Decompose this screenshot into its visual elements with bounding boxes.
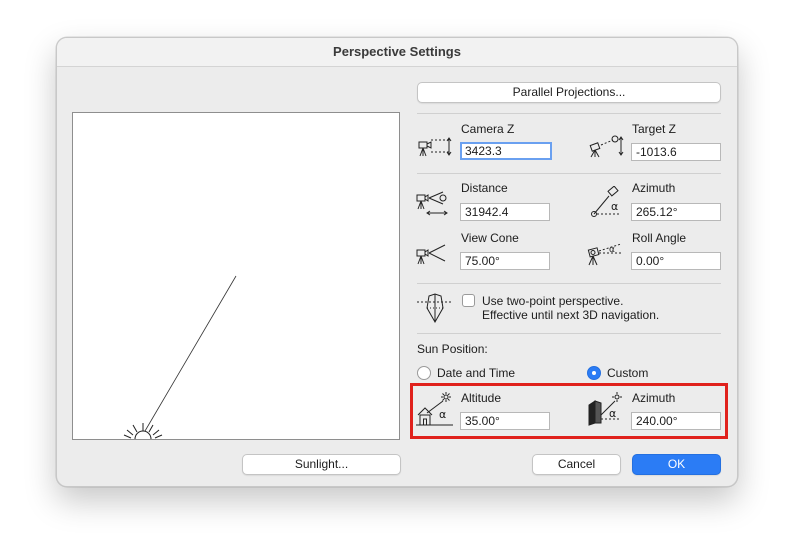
roll-angle-label: Roll Angle: [632, 231, 687, 245]
svg-text:α: α: [609, 245, 615, 255]
target-z-label: Target Z: [632, 122, 677, 136]
target-z-field[interactable]: [631, 143, 721, 161]
parallel-projections-button[interactable]: Parallel Projections...: [417, 82, 721, 103]
sun-preview-canvas: [72, 112, 400, 440]
camera-azimuth-icon: α: [591, 186, 621, 217]
distance-icon: [416, 191, 448, 216]
camera-z-label: Camera Z: [461, 122, 515, 136]
sun-icon: [123, 423, 163, 439]
separator: [417, 113, 721, 114]
ok-button[interactable]: OK: [632, 454, 721, 475]
custom-radio[interactable]: [587, 366, 601, 380]
two-point-perspective-label: Use two-point perspective.: [482, 294, 624, 308]
sunlight-button[interactable]: Sunlight...: [242, 454, 401, 475]
view-cone-icon: [416, 244, 446, 265]
two-point-perspective-checkbox[interactable]: [462, 294, 475, 307]
svg-text:α: α: [611, 200, 618, 213]
sun-fields-highlight-box: [410, 383, 728, 439]
date-and-time-radio[interactable]: [417, 366, 431, 380]
dialog-title: Perspective Settings: [57, 38, 737, 67]
sun-position-label: Sun Position:: [417, 342, 488, 356]
camera-azimuth-field[interactable]: [631, 203, 721, 221]
target-z-icon: [589, 135, 624, 158]
camera-z-field[interactable]: [460, 142, 552, 160]
view-cone-label: View Cone: [461, 231, 519, 245]
distance-label: Distance: [461, 181, 508, 195]
separator: [417, 333, 721, 334]
cancel-button[interactable]: Cancel: [532, 454, 621, 475]
camera-z-icon: [418, 137, 452, 157]
separator: [417, 173, 721, 174]
view-cone-field[interactable]: [460, 252, 550, 270]
two-point-perspective-note: Effective until next 3D navigation.: [482, 308, 660, 322]
distance-field[interactable]: [460, 203, 550, 221]
roll-angle-icon: α: [587, 243, 622, 266]
roll-angle-field[interactable]: [631, 252, 721, 270]
camera-azimuth-label: Azimuth: [632, 181, 676, 195]
date-and-time-label[interactable]: Date and Time: [437, 366, 515, 380]
sun-direction-line: [144, 275, 237, 432]
separator: [417, 283, 721, 284]
two-point-perspective-icon: [417, 293, 453, 324]
custom-label[interactable]: Custom: [607, 366, 648, 380]
